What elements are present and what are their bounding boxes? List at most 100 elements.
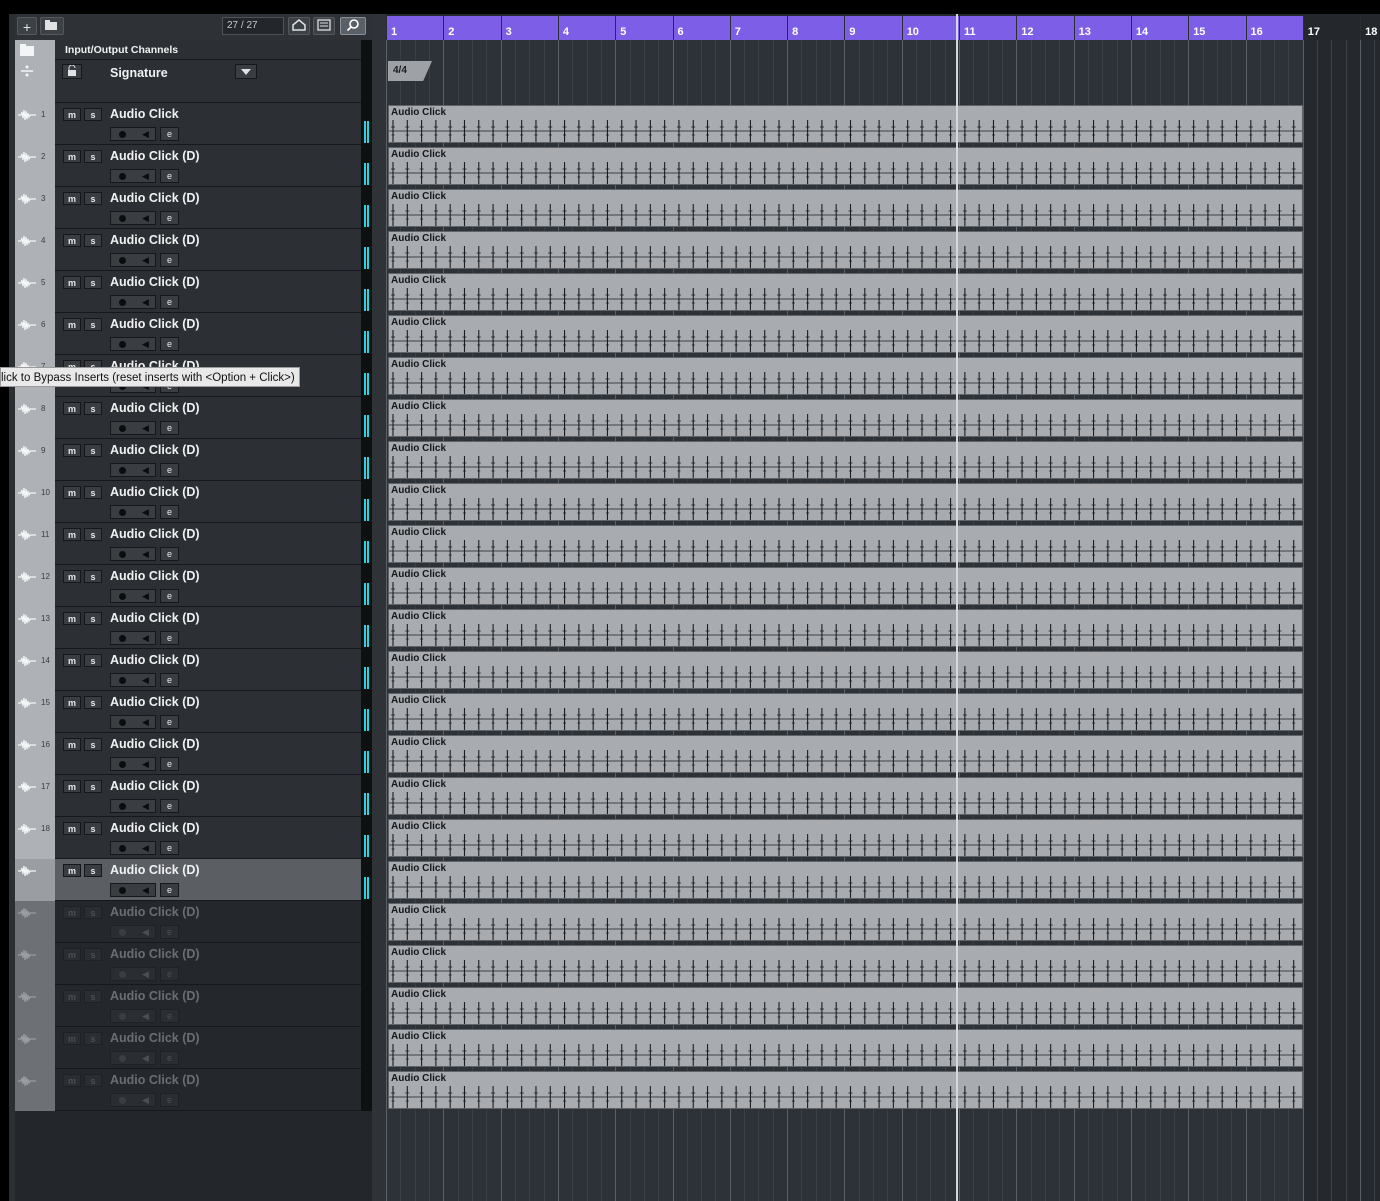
solo-button[interactable]: s — [84, 654, 102, 667]
monitor-speaker-icon[interactable]: ◀ — [142, 759, 149, 770]
track-name[interactable]: Audio Click (D) — [110, 317, 200, 331]
add-track-button[interactable]: + — [17, 17, 37, 35]
record-enable-icon[interactable] — [119, 593, 126, 600]
audio-event[interactable]: Audio Click — [388, 735, 1303, 773]
track-color-strip[interactable]: 2 — [15, 145, 55, 187]
track-row[interactable]: 15 m s Audio Click (D) ◀ e — [15, 691, 372, 733]
solo-button[interactable]: s — [84, 570, 102, 583]
mute-button[interactable]: m — [63, 1074, 81, 1087]
audio-event[interactable]: Audio Click — [388, 945, 1303, 983]
track-row[interactable]: m s Audio Click (D) ◀ e — [15, 1027, 372, 1069]
mute-button[interactable]: m — [63, 192, 81, 205]
mute-button[interactable]: m — [63, 150, 81, 163]
edit-channel-button[interactable]: e — [160, 337, 179, 351]
track-color-strip[interactable]: 1 — [15, 103, 55, 145]
solo-button[interactable]: s — [84, 444, 102, 457]
record-enable-icon[interactable] — [119, 257, 126, 264]
monitor-speaker-icon[interactable]: ◀ — [142, 423, 149, 434]
monitor-speaker-icon[interactable]: ◀ — [142, 213, 149, 224]
edit-channel-button[interactable]: e — [160, 715, 179, 729]
audio-event[interactable]: Audio Click — [388, 147, 1303, 185]
solo-button[interactable]: s — [84, 192, 102, 205]
solo-button[interactable]: s — [84, 948, 102, 961]
track-name[interactable]: Audio Click (D) — [110, 485, 200, 499]
record-enable-icon[interactable] — [119, 887, 126, 894]
audio-event[interactable]: Audio Click — [388, 525, 1303, 563]
mute-button[interactable]: m — [63, 696, 81, 709]
add-track-preset-button[interactable] — [40, 17, 64, 35]
search-button[interactable] — [340, 17, 366, 35]
track-name[interactable]: Audio Click (D) — [110, 863, 200, 877]
monitor-speaker-icon[interactable]: ◀ — [142, 885, 149, 896]
monitor-speaker-icon[interactable]: ◀ — [142, 1011, 149, 1022]
monitor-speaker-icon[interactable]: ◀ — [142, 549, 149, 560]
project-cursor[interactable] — [956, 14, 958, 1201]
track-row[interactable]: m s Audio Click (D) ◀ e — [15, 943, 372, 985]
edit-channel-button[interactable]: e — [160, 421, 179, 435]
solo-button[interactable]: s — [84, 822, 102, 835]
time-signature-marker[interactable]: 4/4 — [388, 61, 432, 81]
solo-button[interactable]: s — [84, 486, 102, 499]
mute-button[interactable]: m — [63, 570, 81, 583]
track-color-strip[interactable]: 18 — [15, 817, 55, 859]
audio-event[interactable]: Audio Click — [388, 651, 1303, 689]
edit-channel-button[interactable]: e — [160, 883, 179, 897]
track-name[interactable]: Audio Click (D) — [110, 779, 200, 793]
track-name[interactable]: Audio Click (D) — [110, 821, 200, 835]
audio-event[interactable]: Audio Click — [388, 777, 1303, 815]
mute-button[interactable]: m — [63, 444, 81, 457]
edit-channel-button[interactable]: e — [160, 967, 179, 981]
lock-button[interactable] — [62, 64, 82, 79]
track-color-strip[interactable] — [15, 1027, 55, 1069]
track-name[interactable]: Audio Click (D) — [110, 275, 200, 289]
track-row[interactable]: 11 m s Audio Click (D) ◀ e — [15, 523, 372, 565]
solo-button[interactable]: s — [84, 276, 102, 289]
audio-event[interactable]: Audio Click — [388, 231, 1303, 269]
track-color-strip[interactable]: 16 — [15, 733, 55, 775]
monitor-speaker-icon[interactable]: ◀ — [142, 297, 149, 308]
record-enable-icon[interactable] — [119, 1013, 126, 1020]
track-row[interactable]: m s Audio Click (D) ◀ e — [15, 859, 372, 901]
mute-button[interactable]: m — [63, 1032, 81, 1045]
audio-event[interactable]: Audio Click — [388, 693, 1303, 731]
mute-button[interactable]: m — [63, 654, 81, 667]
edit-channel-button[interactable]: e — [160, 169, 179, 183]
track-color-strip[interactable] — [15, 943, 55, 985]
track-list-menu-button[interactable] — [313, 17, 335, 35]
edit-channel-button[interactable]: e — [160, 505, 179, 519]
audio-event[interactable]: Audio Click — [388, 567, 1303, 605]
record-enable-icon[interactable] — [119, 425, 126, 432]
track-name[interactable]: Audio Click (D) — [110, 401, 200, 415]
record-enable-icon[interactable] — [119, 719, 126, 726]
record-enable-icon[interactable] — [119, 131, 126, 138]
mute-button[interactable]: m — [63, 234, 81, 247]
track-row[interactable]: 12 m s Audio Click (D) ◀ e — [15, 565, 372, 607]
monitor-speaker-icon[interactable]: ◀ — [142, 801, 149, 812]
monitor-speaker-icon[interactable]: ◀ — [142, 1095, 149, 1106]
mute-button[interactable]: m — [63, 948, 81, 961]
mute-button[interactable]: m — [63, 780, 81, 793]
track-name[interactable]: Audio Click — [110, 107, 179, 121]
edit-channel-button[interactable]: e — [160, 841, 179, 855]
track-row[interactable]: 6 m s Audio Click (D) ◀ e — [15, 313, 372, 355]
signature-dropdown-button[interactable] — [235, 64, 257, 79]
solo-button[interactable]: s — [84, 402, 102, 415]
track-color-strip[interactable]: 14 — [15, 649, 55, 691]
mute-button[interactable]: m — [63, 612, 81, 625]
solo-button[interactable]: s — [84, 108, 102, 121]
solo-button[interactable]: s — [84, 990, 102, 1003]
track-name[interactable]: Audio Click (D) — [110, 947, 200, 961]
track-color-strip[interactable]: 6 — [15, 313, 55, 355]
track-row[interactable]: 18 m s Audio Click (D) ◀ e — [15, 817, 372, 859]
monitor-speaker-icon[interactable]: ◀ — [142, 675, 149, 686]
track-row[interactable]: m s Audio Click (D) ◀ e — [15, 901, 372, 943]
audio-event[interactable]: Audio Click — [388, 315, 1303, 353]
track-name[interactable]: Audio Click (D) — [110, 611, 200, 625]
solo-button[interactable]: s — [84, 234, 102, 247]
track-color-strip[interactable]: 13 — [15, 607, 55, 649]
track-list-splitter[interactable] — [372, 14, 386, 1201]
edit-channel-button[interactable]: e — [160, 589, 179, 603]
track-color-strip[interactable]: 11 — [15, 523, 55, 565]
edit-channel-button[interactable]: e — [160, 463, 179, 477]
track-name[interactable]: Audio Click (D) — [110, 653, 200, 667]
